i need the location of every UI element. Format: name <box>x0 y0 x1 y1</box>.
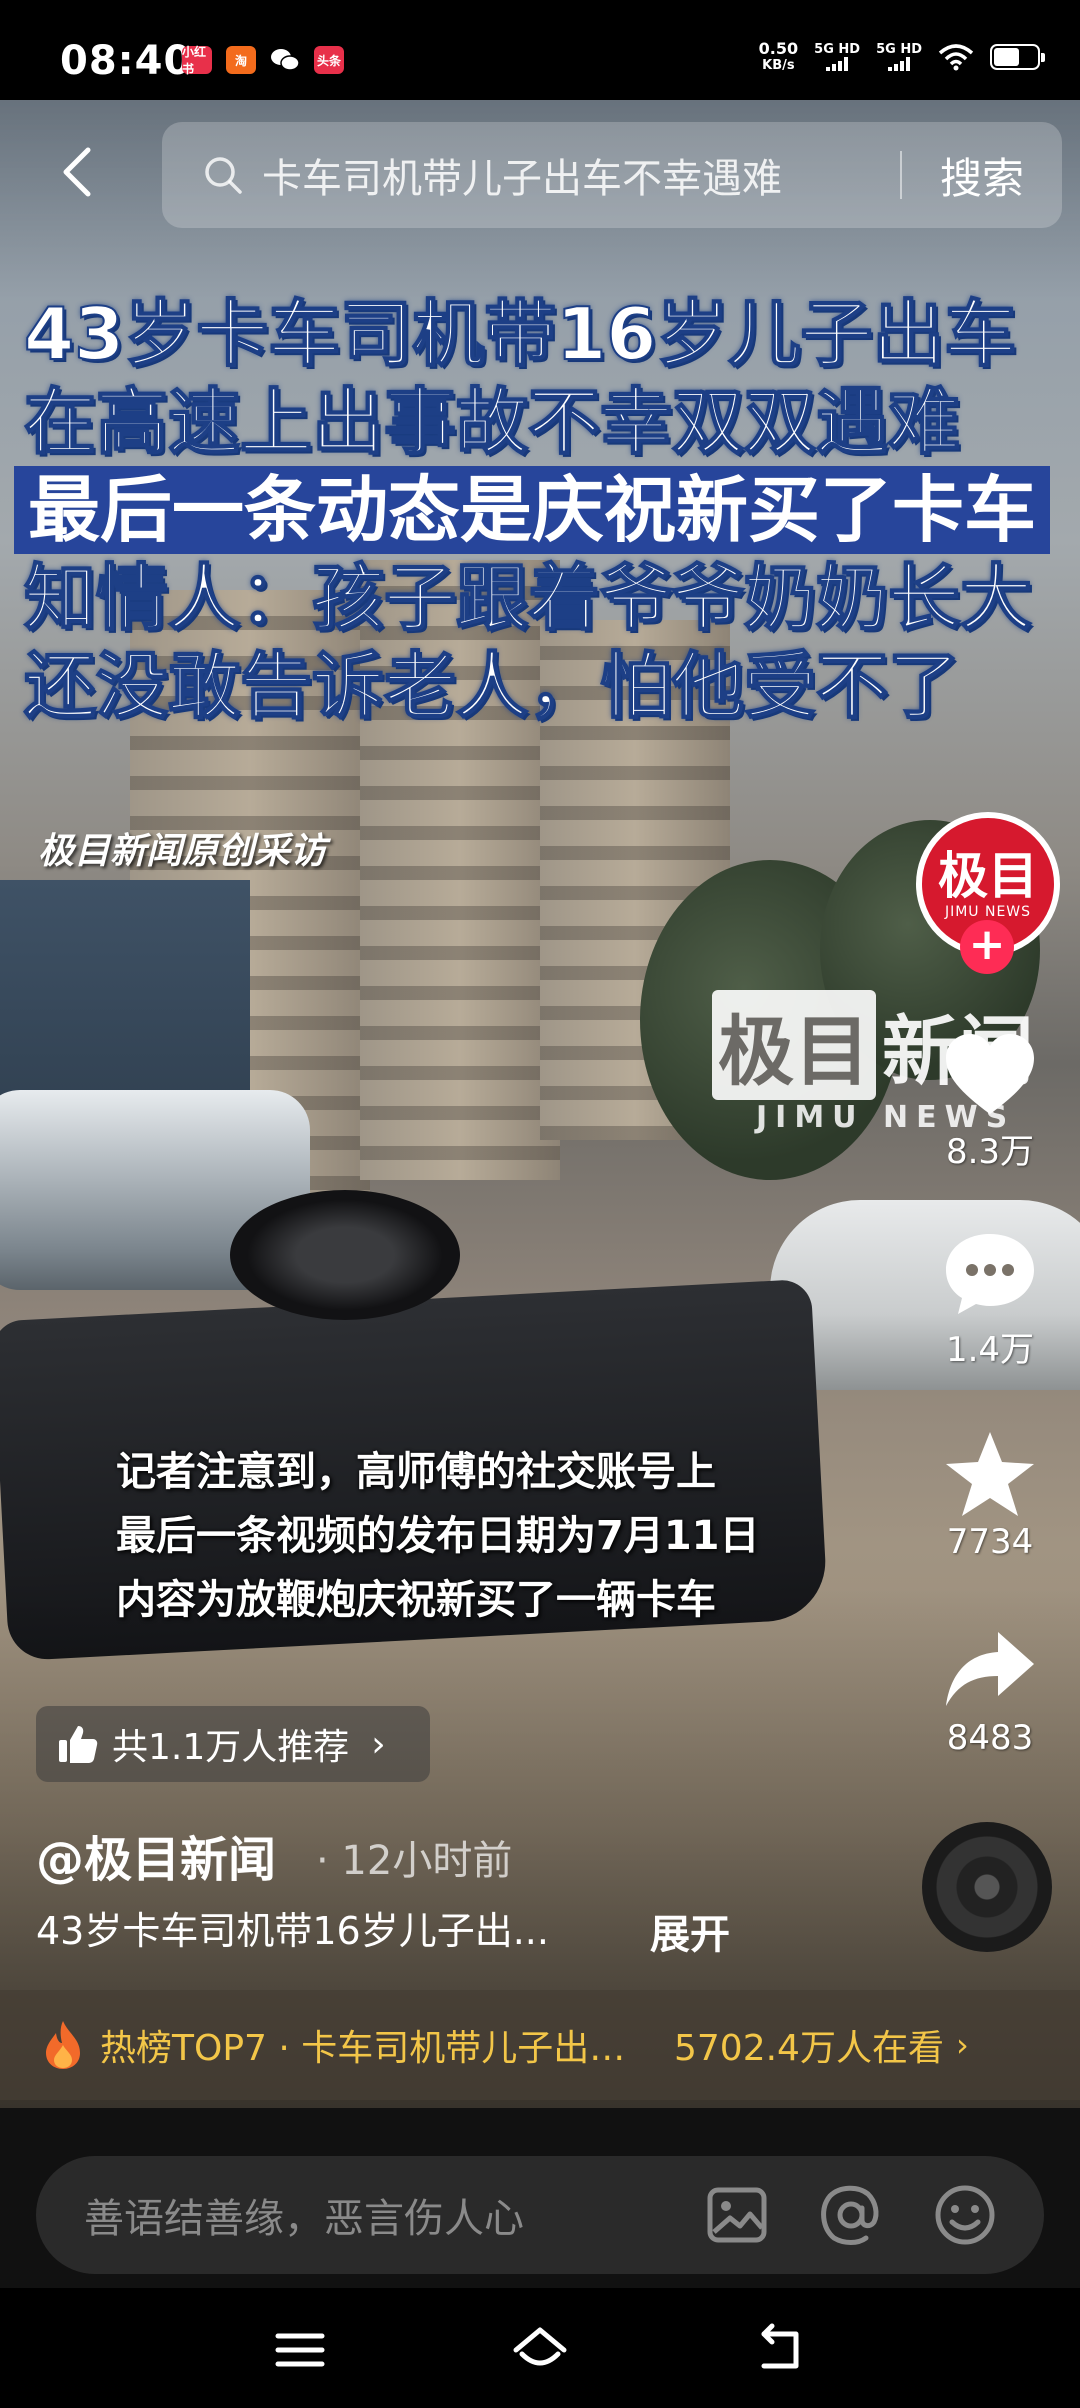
comment-input[interactable]: 善语结善缘，恶言伤人心 <box>36 2156 1044 2274</box>
caption-line: 最后一条视频的发布日期为7月11日 <box>116 1513 760 1559</box>
share-action[interactable]: 8483 <box>910 1624 1070 1758</box>
search-bar[interactable]: 卡车司机带儿子出车不幸遇难 搜索 <box>162 122 1062 228</box>
net-speed-unit: KB/s <box>762 58 795 73</box>
chevron-right-icon: › <box>371 1723 386 1765</box>
music-disc-icon[interactable] <box>922 1822 1052 1952</box>
avatar-subtext: JIMU NEWS <box>944 904 1032 920</box>
heart-icon[interactable] <box>940 1030 1040 1120</box>
signal-1-label: 5G HD <box>814 42 861 57</box>
expand-button[interactable]: 展开 <box>650 1902 730 1960</box>
clock: 08:40 <box>60 38 193 84</box>
recommend-chip[interactable]: 共1.1万人推荐 › <box>36 1706 430 1782</box>
chevron-right-icon: › <box>955 2026 969 2064</box>
share-count: 8483 <box>946 1718 1034 1758</box>
signal-bars-icon <box>888 57 911 71</box>
truck-wheel <box>230 1190 460 1320</box>
like-count: 8.3万 <box>945 1132 1035 1172</box>
signal-2-label: 5G HD <box>876 42 922 57</box>
taobao-icon: 淘 <box>226 46 256 74</box>
status-bar: 08:40 小红书 淘 头条 0.50 KB/s 5G HD 5G HD <box>0 0 1080 100</box>
toutiao-icon: 头条 <box>314 46 344 74</box>
comment-count: 1.4万 <box>945 1330 1035 1370</box>
flame-icon <box>46 2021 80 2069</box>
comment-placeholder[interactable]: 善语结善缘，恶言伤人心 <box>84 2186 702 2244</box>
video-headline: 43岁卡车司机带16岁儿子出车 在高速上出事故不幸双双遇难 最后一条动态是庆祝新… <box>14 290 1064 730</box>
favorite-count: 7734 <box>946 1522 1034 1562</box>
hot-list-bar[interactable]: 热榜TOP7 · 卡车司机带儿子出… 5702.4万人在看 › <box>0 1990 1080 2100</box>
headline-line: 知情人：孩子跟着爷爷奶奶长大 <box>23 555 1033 641</box>
notification-icons: 小红书 淘 头条 <box>182 45 344 76</box>
watermark-boxed-text: 极目 <box>712 990 876 1100</box>
comment-action[interactable]: 1.4万 <box>910 1228 1070 1371</box>
wechat-icon <box>270 46 300 74</box>
network-speed: 0.50 KB/s <box>759 40 798 74</box>
share-arrow-icon[interactable] <box>940 1624 1040 1714</box>
home-icon[interactable] <box>510 2320 570 2380</box>
caption-line: 内容为放鞭炮庆祝新买了一辆卡车 <box>116 1577 716 1623</box>
system-nav-bar <box>0 2290 1080 2408</box>
search-input[interactable]: 卡车司机带儿子出车不幸遇难 <box>262 146 900 204</box>
video-caption: 记者注意到，高师傅的社交账号上 最后一条视频的发布日期为7月11日 内容为放鞭炮… <box>116 1440 760 1632</box>
thumbs-up-icon <box>59 1726 98 1763</box>
post-description: 43岁卡车司机带16岁儿子出... <box>36 1909 549 1953</box>
follow-button[interactable]: + <box>960 920 1014 974</box>
at-mention-icon[interactable] <box>816 2180 886 2250</box>
recommend-text: 共1.1万人推荐 <box>112 1727 350 1768</box>
wifi-icon <box>938 44 974 71</box>
battery-icon <box>990 44 1045 70</box>
search-button[interactable]: 搜索 <box>902 145 1062 206</box>
back-icon[interactable] <box>750 2320 810 2380</box>
signal-1: 5G HD <box>814 43 860 71</box>
back-arrow-icon[interactable] <box>50 142 110 202</box>
source-label: 极目新闻原创采访 <box>38 831 327 872</box>
net-speed-value: 0.50 <box>758 39 799 58</box>
author-name[interactable]: @极目新闻 <box>36 1820 276 1890</box>
image-icon[interactable] <box>702 2180 772 2250</box>
star-icon[interactable] <box>940 1428 1040 1518</box>
headline-line-highlighted: 最后一条动态是庆祝新买了卡车 <box>14 466 1051 554</box>
headline-line: 43岁卡车司机带16岁儿子出车 <box>23 291 1017 377</box>
signal-2: 5G HD <box>876 43 922 71</box>
signal-bars-icon <box>826 57 849 71</box>
avatar-text: 极目 <box>938 847 1038 905</box>
favorite-action[interactable]: 7734 <box>910 1428 1070 1562</box>
search-icon <box>205 157 242 194</box>
hot-viewers: 5702.4万人在看 <box>674 2028 944 2069</box>
emoji-icon[interactable] <box>930 2180 1000 2250</box>
hot-topic-text: 热榜TOP7 · 卡车司机带儿子出… <box>100 2028 626 2069</box>
comment-icon[interactable] <box>940 1228 1040 1318</box>
caption-line: 记者注意到，高师傅的社交账号上 <box>116 1449 716 1495</box>
menu-icon[interactable] <box>270 2320 330 2380</box>
xiaohongshu-icon: 小红书 <box>182 45 212 76</box>
like-action[interactable]: 8.3万 <box>910 1030 1070 1173</box>
headline-line: 在高速上出事故不幸双双遇难 <box>23 379 961 465</box>
headline-line: 还没敢告诉老人，怕他受不了 <box>23 643 961 729</box>
post-time: · 12小时前 <box>316 1838 513 1884</box>
